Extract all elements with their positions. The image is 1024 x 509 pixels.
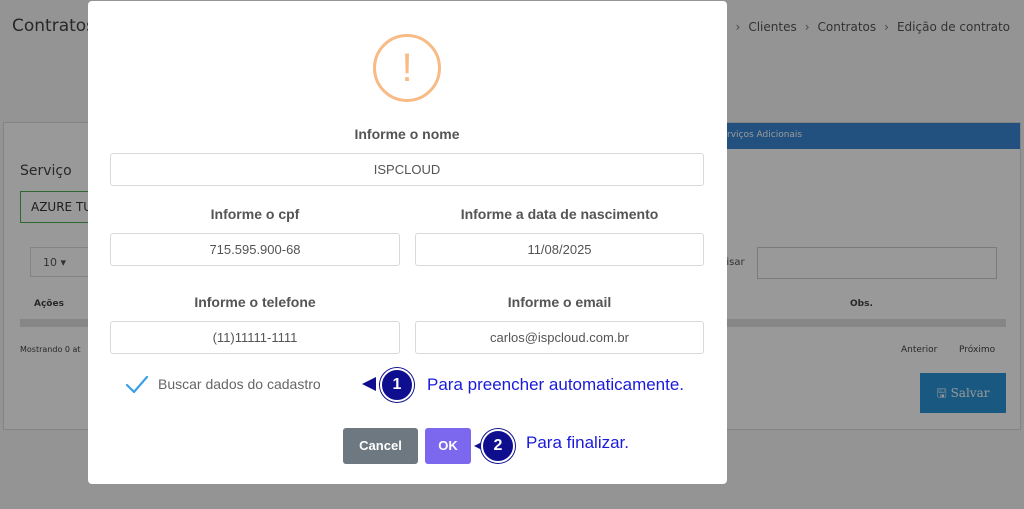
ok-button[interactable]: OK — [425, 428, 471, 464]
annotation-badge-2: 2 — [481, 429, 515, 463]
search-registration-checkbox[interactable] — [124, 373, 150, 397]
annotation-badge-1: 1 — [380, 368, 414, 402]
checkmark-icon — [125, 375, 149, 394]
cpf-label: Informe o cpf — [210, 206, 300, 222]
phone-label: Informe o telefone — [194, 294, 316, 310]
name-label: Informe o nome — [354, 126, 460, 142]
cpf-input[interactable]: 715.595.900-68 — [110, 233, 400, 266]
client-data-dialog: ! Informe o nome ISPCLOUD Informe o cpf … — [88, 1, 727, 484]
email-input[interactable]: carlos@ispcloud.com.br — [415, 321, 704, 354]
exclamation-icon: ! — [373, 34, 441, 102]
cancel-button[interactable]: Cancel — [343, 428, 418, 464]
birth-date-label: Informe a data de nascimento — [460, 206, 659, 222]
phone-input[interactable]: (11)11111-1111 — [110, 321, 400, 354]
birth-date-input[interactable]: 11/08/2025 — [415, 233, 704, 266]
checkbox-label[interactable]: Buscar dados do cadastro — [158, 376, 321, 392]
email-label: Informe o email — [507, 294, 612, 310]
annotation-text-2: Para finalizar. — [526, 433, 629, 452]
annotation-text-1: Para preencher automaticamente. — [427, 375, 685, 394]
annotation-arrow-icon — [362, 377, 376, 391]
name-input[interactable]: ISPCLOUD — [110, 153, 704, 186]
